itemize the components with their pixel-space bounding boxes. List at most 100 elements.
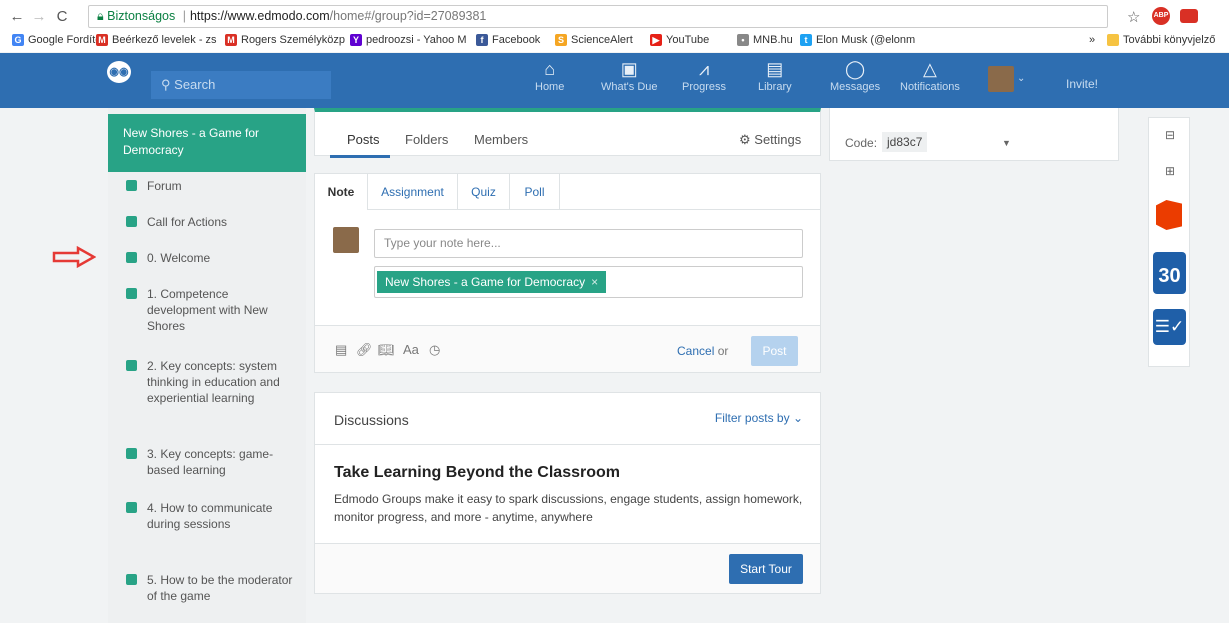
group-tabs: Posts Folders Members ⚙ Settings: [314, 108, 821, 156]
note-input[interactable]: Type your note here...: [374, 229, 803, 258]
active-tab-indicator: [330, 155, 390, 158]
link-icon[interactable]: 🔗︎: [356, 342, 373, 358]
tab-poll[interactable]: Poll: [510, 174, 560, 210]
filter-label: Filter posts by: [714, 411, 790, 425]
user-avatar[interactable]: [988, 66, 1014, 92]
notifications-icon: △: [923, 59, 937, 79]
nav-label: Notifications: [900, 81, 960, 93]
post-button[interactable]: Post: [751, 336, 798, 366]
chevron-down-icon[interactable]: ▼: [1002, 138, 1011, 148]
back-icon[interactable]: ←: [8, 8, 26, 25]
lock-icon: 🔒︎: [97, 9, 104, 23]
sidebar-item[interactable]: 3. Key concepts: game-based learning: [126, 446, 296, 478]
bookmark-item[interactable]: M Beérkező levelek - zs: [96, 34, 217, 46]
bookmark-item[interactable]: S ScienceAlert: [555, 34, 633, 46]
forward-icon[interactable]: →: [30, 8, 48, 25]
search-input[interactable]: ⚲ Search: [151, 71, 331, 99]
bookmark-star-icon[interactable]: ☆: [1127, 8, 1140, 26]
filter-posts-dropdown[interactable]: Filter posts by ⌄: [715, 411, 803, 425]
code-label: Code:: [845, 136, 878, 150]
folder-square-icon: [126, 216, 137, 227]
text-format-icon[interactable]: Aa: [403, 342, 419, 357]
post-composer: Note Assignment Quiz Poll Type your note…: [314, 173, 821, 373]
calendar-icon[interactable]: 30: [1153, 252, 1186, 294]
recipients-field[interactable]: New Shores - a Game for Democracy ×: [374, 266, 803, 298]
bookmark-item[interactable]: Ypedroozsi - Yahoo M: [350, 34, 466, 46]
bookmark-favicon-icon: Y: [350, 34, 362, 46]
nav-notifications[interactable]: △ Notifications: [900, 57, 960, 93]
sidebar-item[interactable]: Forum: [126, 178, 296, 194]
tab-assignment[interactable]: Assignment: [368, 174, 458, 210]
tab-note[interactable]: Note: [315, 174, 368, 210]
bookmark-favicon-icon: t: [800, 34, 812, 46]
store-icon[interactable]: ⊟: [1158, 128, 1182, 142]
settings-button[interactable]: ⚙ Settings: [739, 132, 801, 148]
edmodo-logo-icon[interactable]: ◉◉: [107, 61, 131, 83]
close-icon[interactable]: ×: [591, 275, 598, 289]
nav-label: Progress: [682, 81, 727, 93]
nav-whats-due[interactable]: ▣ What's Due: [601, 57, 658, 93]
folder-square-icon: [126, 448, 137, 459]
start-tour-button[interactable]: Start Tour: [729, 554, 803, 584]
sidebar-item[interactable]: Call for Actions: [126, 214, 296, 230]
nav-messages[interactable]: ◯ Messages: [830, 57, 880, 93]
composer-toolbar: ▤ 🔗︎ 📖︎ Aa ◷ Cancel or Post: [315, 325, 820, 372]
app-header: ◉◉ ⚲ Search ⌂ Home ▣ What's Due ⩘ Progress ▤ Li…: [0, 53, 1229, 108]
chevron-down-icon[interactable]: ⌄: [1017, 73, 1025, 84]
bookmark-item[interactable]: t Elon Musk (@elonm: [800, 34, 915, 46]
tour-description: Edmodo Groups make it easy to spark disc…: [334, 492, 803, 524]
chevron-down-icon: ⌄: [792, 411, 803, 425]
other-bookmarks-folder[interactable]: További könyvjelző: [1107, 34, 1215, 46]
office-icon[interactable]: [1156, 200, 1182, 230]
cancel-area: Cancel or: [677, 344, 728, 358]
library-icon[interactable]: 📖︎: [378, 342, 395, 358]
adblock-extension-icon[interactable]: ABP: [1152, 7, 1170, 25]
group-title[interactable]: New Shores - a Game for Democracy: [108, 114, 306, 172]
bookmark-item[interactable]: G Google Fordító: [12, 34, 101, 46]
quiz-app-icon[interactable]: ☰✓: [1153, 309, 1186, 345]
bookmark-item[interactable]: ▶ YouTube: [650, 34, 709, 46]
more-bookmarks-button[interactable]: »: [1089, 34, 1095, 46]
apps-grid-icon[interactable]: ⊞: [1158, 164, 1182, 178]
sidebar-item[interactable]: 1. Competence development with New Shore…: [126, 286, 296, 334]
bookmark-favicon-icon: S: [555, 34, 567, 46]
bookmark-item[interactable]: f Facebook: [476, 34, 540, 46]
sidebar-item[interactable]: 5. How to be the moderator of the game: [126, 572, 296, 604]
sidebar-item-label: 5. How to be the moderator of the game: [147, 573, 293, 603]
tab-folders[interactable]: Folders: [405, 132, 448, 147]
sidebar-item[interactable]: 4. How to communicate during sessions: [126, 500, 296, 532]
folder-square-icon: [126, 288, 137, 299]
nav-library[interactable]: ▤ Library: [758, 57, 792, 93]
nav-progress[interactable]: ⩘ Progress: [682, 57, 726, 93]
sidebar-item[interactable]: 0. Welcome: [126, 250, 296, 266]
attach-file-icon[interactable]: ▤: [335, 342, 347, 358]
composer-tabs: Note Assignment Quiz Poll: [315, 174, 820, 210]
tab-quiz[interactable]: Quiz: [458, 174, 510, 210]
bookmark-favicon-icon: ▶: [650, 34, 662, 46]
cancel-link[interactable]: Cancel: [677, 344, 714, 358]
invite-link[interactable]: Invite!: [1066, 77, 1098, 91]
nav-home[interactable]: ⌂ Home: [535, 57, 564, 93]
tab-members[interactable]: Members: [474, 132, 528, 147]
folder-square-icon: [126, 360, 137, 371]
library-icon: ▤: [766, 59, 784, 79]
address-bar[interactable]: 🔒︎ Biztonságos | https://www.edmodo.com/h…: [88, 5, 1108, 28]
extension-icon[interactable]: [1180, 9, 1198, 23]
bookmark-favicon-icon: f: [476, 34, 488, 46]
group-code-card: Code: jd83c7 ▼: [829, 108, 1119, 161]
sidebar-item-label: 0. Welcome: [147, 251, 211, 265]
schedule-clock-icon[interactable]: ◷: [429, 342, 440, 358]
sidebar-item-label: 3. Key concepts: game-based learning: [147, 447, 274, 477]
tab-posts[interactable]: Posts: [347, 132, 380, 147]
folder-square-icon: [126, 574, 137, 585]
bookmark-item[interactable]: • MNB.hu: [737, 34, 793, 46]
bookmark-label: Facebook: [492, 34, 541, 46]
bookmark-label: Google Fordító: [28, 34, 102, 46]
bookmark-favicon-icon: M: [225, 34, 237, 46]
reload-icon[interactable]: C: [53, 8, 71, 25]
discussions-title: Discussions: [334, 412, 409, 428]
bookmark-item[interactable]: M Rogers Személyközp: [225, 34, 345, 46]
group-sidebar: New Shores - a Game for Democracy Forum C…: [108, 108, 306, 623]
sidebar-item[interactable]: 2. Key concepts: system thinking in educ…: [126, 358, 296, 406]
recipient-chip[interactable]: New Shores - a Game for Democracy ×: [377, 271, 607, 293]
